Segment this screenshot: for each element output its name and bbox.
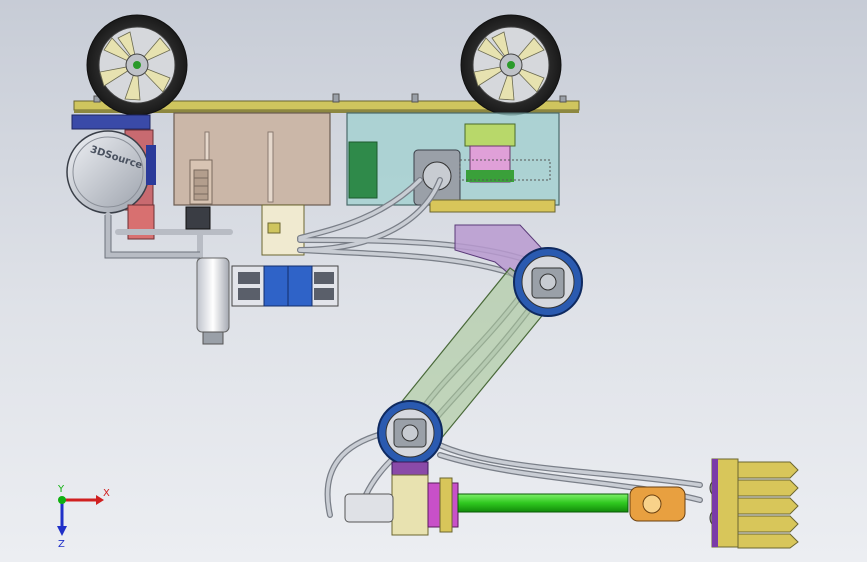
electric-motor[interactable]: 3DSource	[66, 114, 156, 214]
wheel-right[interactable]	[460, 14, 562, 116]
triad-z-label: Z	[58, 539, 65, 550]
coordinate-triad: X Y Z	[57, 484, 110, 550]
wrist-rotary-actuator[interactable]	[344, 474, 459, 536]
tool-shaft	[457, 493, 629, 513]
wheel-left[interactable]	[86, 14, 188, 116]
slewing-housing[interactable]	[346, 112, 560, 213]
end-effector-hinge[interactable]	[629, 486, 686, 522]
bucket[interactable]	[711, 458, 799, 549]
model-canvas[interactable]: 3DSource X Y Z	[0, 0, 867, 562]
triad-x-label: X	[103, 488, 110, 499]
triad-y-label: Y	[57, 484, 65, 495]
level-gauge	[189, 159, 213, 205]
graphics-viewport[interactable]: 3DSource X Y Z	[0, 0, 867, 562]
elbow-joint-upper[interactable]	[513, 247, 583, 317]
pipe-work-left	[105, 212, 233, 265]
oil-filter[interactable]	[185, 206, 230, 345]
solenoid-valve-bank[interactable]	[231, 265, 339, 307]
valve-manifold[interactable]	[261, 204, 305, 256]
